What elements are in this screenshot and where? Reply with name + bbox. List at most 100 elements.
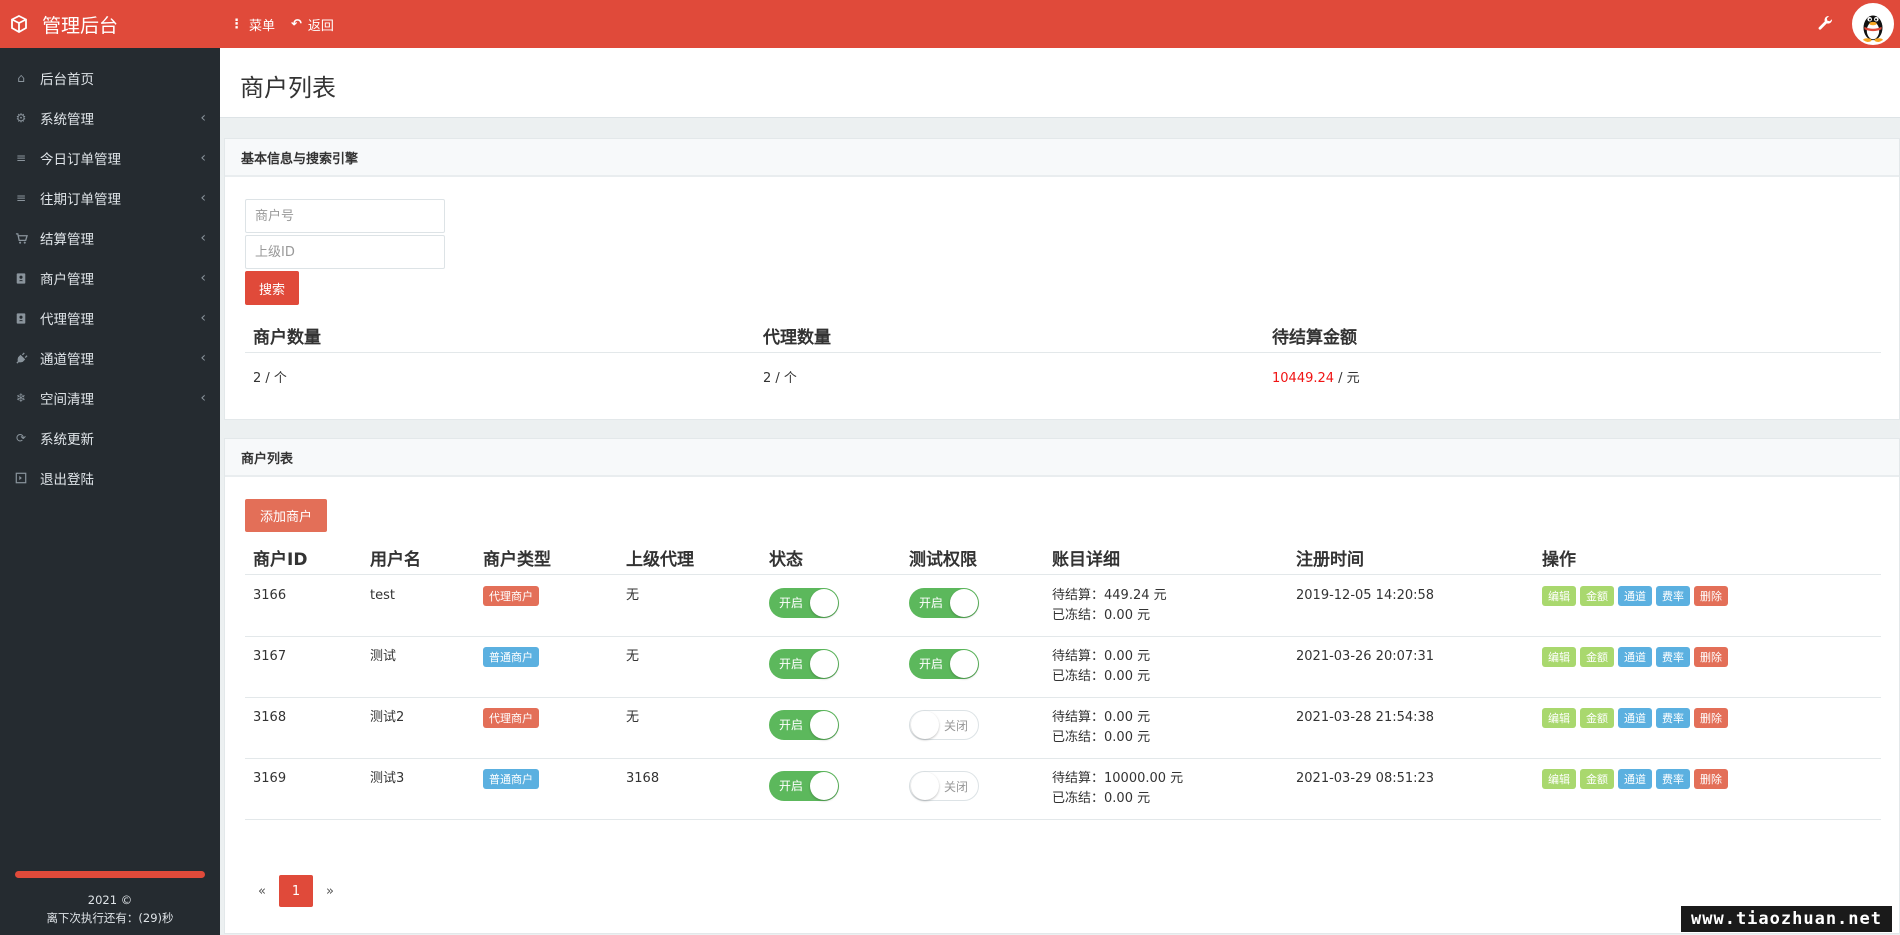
brand[interactable]: 管理后台: [0, 0, 220, 48]
row-action-amount-button[interactable]: 金额: [1580, 586, 1614, 606]
contact-book-icon: [14, 311, 28, 325]
pending-line: 待结算：449.24 元: [1052, 586, 1167, 606]
status-toggle[interactable]: 开启: [769, 588, 839, 618]
sidebar-item-settlement[interactable]: 结算管理 ‹: [0, 218, 220, 258]
menu-toggle-button[interactable]: ⋮ 菜单: [230, 15, 275, 34]
toggle-knob: [810, 589, 838, 617]
list-icon: ≡: [15, 151, 27, 165]
toggle-knob: [911, 772, 939, 800]
account-details-cell: 待结算：449.24 元 已冻结：0.00 元: [1052, 586, 1167, 626]
sidebar-item-today-orders[interactable]: ≡ 今日订单管理 ‹: [0, 138, 220, 178]
sidebar-item-cleanup[interactable]: ❄ 空间清理 ‹: [0, 378, 220, 418]
chevron-left-icon: ‹: [200, 390, 206, 406]
pagination-prev[interactable]: «: [245, 875, 279, 907]
table-row: 3166 test 代理商户 无 开启 开启 待结算：449.24 元 已冻结：…: [245, 576, 1881, 637]
pagination-page-current[interactable]: 1: [279, 875, 313, 907]
status-toggle[interactable]: 开启: [769, 649, 839, 679]
sidebar-footer: 2021 © 离下次执行还有：(29)秒: [0, 891, 220, 927]
refresh-icon: ⟳: [15, 431, 27, 445]
frozen-line: 已冻结：0.00 元: [1052, 728, 1150, 748]
back-button[interactable]: ↶ 返回: [291, 15, 334, 34]
sidebar-item-merchants[interactable]: 商户管理 ‹: [0, 258, 220, 298]
row-action-amount-button[interactable]: 金额: [1580, 647, 1614, 667]
pending-value: 449.24 元: [1104, 588, 1167, 603]
row-action-delete-button[interactable]: 删除: [1694, 769, 1728, 789]
home-icon: ⌂: [17, 71, 25, 85]
list-icon: ≡: [15, 191, 27, 205]
row-action-rate-button[interactable]: 费率: [1656, 708, 1690, 728]
row-actions: 编辑 金额 通道 费率 删除: [1542, 647, 1732, 667]
status-toggle[interactable]: 开启: [769, 771, 839, 801]
toggle-label: 开启: [779, 718, 804, 732]
column-header: 测试权限: [909, 550, 977, 570]
frozen-value: 0.00 元: [1104, 791, 1151, 806]
stats-value-row: 2 / 个 2 / 个 10449.24 / 元: [245, 353, 1881, 393]
test-permission-toggle[interactable]: 关闭: [909, 710, 979, 740]
registered-time-cell: 2021-03-29 08:51:23: [1296, 771, 1435, 786]
sidebar-item-label: 空间清理: [40, 392, 94, 408]
footer-countdown: 离下次执行还有：(29)秒: [46, 911, 174, 925]
row-action-edit-button[interactable]: 编辑: [1542, 586, 1576, 606]
row-action-channel-button[interactable]: 通道: [1618, 708, 1652, 728]
username-cell: test: [370, 588, 395, 603]
column-header: 操作: [1542, 550, 1576, 570]
chevron-left-icon: ‹: [200, 270, 206, 286]
sidebar-item-channels[interactable]: 通道管理 ‹: [0, 338, 220, 378]
frozen-prefix: 已冻结：: [1052, 608, 1105, 623]
row-action-edit-button[interactable]: 编辑: [1542, 769, 1576, 789]
sidebar-item-past-orders[interactable]: ≡ 往期订单管理 ‹: [0, 178, 220, 218]
toggle-knob: [950, 650, 978, 678]
row-action-edit-button[interactable]: 编辑: [1542, 647, 1576, 667]
merchant-no-input[interactable]: [245, 199, 445, 233]
frozen-value: 0.00 元: [1104, 608, 1151, 623]
merchant-count: 2 / 个: [253, 367, 287, 386]
wrench-icon[interactable]: [1816, 14, 1834, 32]
pending-line: 待结算：10000.00 元: [1052, 769, 1183, 789]
merchant-type-badge: 代理商户: [483, 708, 539, 728]
page-header: 商户列表: [220, 48, 1900, 118]
sidebar-item-home[interactable]: ⌂ 后台首页: [0, 58, 220, 98]
merchant-id-cell: 3166: [253, 588, 287, 603]
pagination-next[interactable]: »: [313, 875, 347, 907]
column-header: 用户名: [370, 550, 421, 570]
sidebar-item-label: 今日订单管理: [40, 152, 121, 168]
row-action-rate-button[interactable]: 费率: [1656, 647, 1690, 667]
registered-time-cell: 2021-03-26 20:07:31: [1296, 649, 1435, 664]
row-action-amount-button[interactable]: 金额: [1580, 708, 1614, 728]
stats-header-row: 商户数量 代理数量 待结算金额: [245, 317, 1881, 353]
sidebar-item-agents[interactable]: 代理管理 ‹: [0, 298, 220, 338]
toggle-label: 开启: [779, 657, 804, 671]
row-action-amount-button[interactable]: 金额: [1580, 769, 1614, 789]
snowflake-icon: ❄: [15, 391, 27, 405]
back-label: 返回: [307, 18, 334, 34]
chevron-left-icon: ‹: [200, 190, 206, 206]
row-action-delete-button[interactable]: 删除: [1694, 647, 1728, 667]
logout-icon: [14, 471, 28, 485]
column-header: 商户ID: [253, 550, 308, 570]
row-action-edit-button[interactable]: 编辑: [1542, 708, 1576, 728]
row-action-rate-button[interactable]: 费率: [1656, 586, 1690, 606]
row-action-rate-button[interactable]: 费率: [1656, 769, 1690, 789]
parent-agent-cell: 无: [626, 588, 640, 603]
row-action-channel-button[interactable]: 通道: [1618, 586, 1652, 606]
account-details-cell: 待结算：10000.00 元 已冻结：0.00 元: [1052, 769, 1183, 809]
sidebar-item-update[interactable]: ⟳ 系统更新: [0, 418, 220, 458]
merchant-id-cell: 3168: [253, 710, 287, 725]
status-toggle[interactable]: 开启: [769, 710, 839, 740]
test-permission-toggle[interactable]: 开启: [909, 588, 979, 618]
sidebar-item-logout[interactable]: 退出登陆: [0, 458, 220, 498]
row-action-channel-button[interactable]: 通道: [1618, 769, 1652, 789]
row-action-channel-button[interactable]: 通道: [1618, 647, 1652, 667]
count-unit: / 个: [265, 371, 287, 386]
test-permission-toggle[interactable]: 关闭: [909, 771, 979, 801]
test-permission-toggle[interactable]: 开启: [909, 649, 979, 679]
frozen-line: 已冻结：0.00 元: [1052, 789, 1183, 809]
parent-id-input[interactable]: [245, 235, 445, 269]
row-action-delete-button[interactable]: 删除: [1694, 708, 1728, 728]
sidebar-item-system[interactable]: ⚙ 系统管理 ‹: [0, 98, 220, 138]
add-merchant-button[interactable]: 添加商户: [245, 499, 327, 532]
chevron-left-icon: ‹: [200, 110, 206, 126]
user-avatar[interactable]: [1852, 3, 1894, 45]
row-action-delete-button[interactable]: 删除: [1694, 586, 1728, 606]
search-button[interactable]: 搜索: [245, 271, 299, 305]
